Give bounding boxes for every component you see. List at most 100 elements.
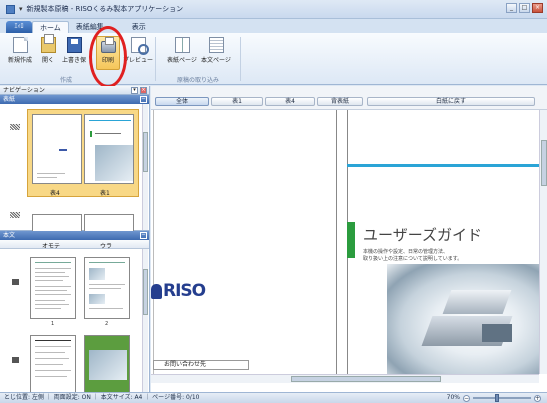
zoom-slider-knob[interactable] bbox=[495, 394, 499, 402]
save-icon bbox=[66, 37, 82, 53]
thumb-line bbox=[35, 358, 69, 359]
view-front-cover-button[interactable]: 表1 bbox=[211, 97, 263, 106]
thumb-line bbox=[35, 352, 65, 353]
body-section-title: 本文 bbox=[3, 232, 16, 239]
view-all-button[interactable]: 全体 bbox=[155, 97, 209, 106]
body-section-header[interactable]: 本文 − bbox=[0, 231, 149, 240]
zoom-out-icon[interactable]: − bbox=[463, 394, 470, 402]
thumb-title bbox=[95, 133, 121, 134]
printer-photo bbox=[387, 264, 539, 374]
body-thumbnail-list: 1 2 bbox=[0, 249, 149, 399]
preview-icon bbox=[130, 37, 149, 55]
pin-icon[interactable]: ▾ bbox=[131, 87, 138, 94]
thumb-line bbox=[35, 340, 71, 341]
tab-home[interactable]: ホーム bbox=[32, 21, 69, 33]
thumb-line bbox=[35, 262, 71, 263]
thumb-line bbox=[89, 288, 121, 289]
save-button[interactable]: 上書き保 bbox=[62, 36, 86, 70]
thumb-line bbox=[37, 177, 57, 178]
new-button[interactable]: 新規作成 bbox=[8, 36, 32, 70]
cover-page-icon bbox=[174, 37, 190, 53]
quick-access-dropdown[interactable]: ▾ bbox=[19, 5, 23, 13]
scrollbar-thumb[interactable] bbox=[291, 376, 441, 382]
thumb-line bbox=[35, 346, 71, 347]
preview-button[interactable]: プレビュー bbox=[123, 36, 153, 70]
guide-subtitle-line1: 本機の操作や設定、日常の管理方法、 bbox=[363, 249, 449, 255]
thumb-line bbox=[35, 376, 67, 377]
thumb-line bbox=[35, 304, 69, 305]
preview-vertical-scrollbar[interactable] bbox=[539, 110, 547, 374]
status-bar: とじ位置: 左側 ｜ 両面設定: ON ｜ 本文サイズ: A4 ｜ ページ番号:… bbox=[0, 392, 547, 403]
zoom-in-icon[interactable]: + bbox=[534, 394, 541, 402]
body-list-scrollbar[interactable] bbox=[142, 249, 148, 399]
maximize-icon[interactable]: □ bbox=[519, 3, 530, 13]
cover-section-header[interactable]: 表紙 − bbox=[0, 95, 149, 104]
scrollbar-thumb[interactable] bbox=[143, 132, 148, 172]
body-page-thumbnail[interactable] bbox=[84, 257, 130, 319]
body-page-label: 本文ページ bbox=[201, 57, 231, 64]
thumb-line bbox=[35, 280, 63, 281]
thumb-line bbox=[37, 173, 65, 174]
photo-shape bbox=[442, 290, 512, 314]
view-spine-button[interactable]: 背表紙 bbox=[317, 97, 363, 106]
back-cover-thumbnail[interactable] bbox=[32, 114, 82, 184]
collapse-icon[interactable]: − bbox=[140, 96, 147, 103]
status-text: とじ位置: 左側 ｜ 両面設定: ON ｜ 本文サイズ: A4 ｜ ページ番号:… bbox=[4, 394, 200, 401]
riso-logo-text: RISO bbox=[163, 281, 206, 301]
body-page-thumbnail[interactable] bbox=[30, 257, 76, 319]
thumb-green-bar bbox=[90, 131, 92, 137]
cover-page-button[interactable]: 表紙ページ bbox=[167, 36, 197, 70]
body-page-button[interactable]: 本文ページ bbox=[201, 36, 231, 70]
window-controls: _ □ × bbox=[506, 3, 543, 13]
page-number: 1 bbox=[51, 321, 55, 327]
thumb-line bbox=[89, 284, 125, 285]
body-column-header: オモテ ウラ bbox=[0, 240, 149, 250]
page-edge-line bbox=[153, 110, 154, 374]
thumb-line bbox=[35, 364, 63, 365]
window-title: 新規製本原稿 - RISOくるみ製本アプリケーション bbox=[26, 5, 184, 13]
application-menu-button[interactable]: ｴｨﾛ bbox=[6, 21, 32, 33]
next-spread-thumbnail[interactable] bbox=[32, 214, 82, 232]
group-separator bbox=[240, 37, 241, 81]
scrollbar-thumb[interactable] bbox=[143, 269, 148, 315]
spread-type-icon bbox=[10, 212, 20, 218]
minimize-icon[interactable]: _ bbox=[506, 3, 517, 13]
body-page-icon bbox=[208, 37, 224, 53]
thumb-band bbox=[89, 120, 131, 121]
thumb-line bbox=[35, 308, 61, 309]
preview-horizontal-scrollbar[interactable] bbox=[151, 374, 539, 383]
thumb-line bbox=[35, 300, 65, 301]
cover-list-scrollbar[interactable] bbox=[142, 104, 148, 230]
body-page-thumbnail[interactable] bbox=[30, 335, 76, 397]
body-page-thumbnail[interactable] bbox=[84, 335, 130, 397]
thumb-line bbox=[35, 286, 71, 287]
top-color-band bbox=[347, 164, 539, 167]
front-cover-thumbnail[interactable] bbox=[84, 114, 134, 184]
collapse-icon[interactable]: − bbox=[140, 232, 147, 239]
thumb-line bbox=[35, 268, 71, 269]
riso-logo: RISO bbox=[151, 280, 206, 302]
page-number: 2 bbox=[105, 321, 109, 327]
next-spread-thumbnail[interactable] bbox=[84, 214, 134, 232]
thumb-image bbox=[89, 350, 127, 380]
navigation-controls: ▾ × bbox=[131, 87, 147, 94]
close-pane-icon[interactable]: × bbox=[140, 87, 147, 94]
open-button[interactable]: 開く bbox=[36, 34, 60, 70]
thumb-image bbox=[89, 268, 105, 280]
cover-caption-front: 表1 bbox=[100, 190, 110, 197]
ribbon: 新規作成 開く 上書き保 印刷 プレビュー 表紙ページ 本文ページ 作成 原稿の… bbox=[0, 33, 547, 85]
zoom-slider[interactable] bbox=[473, 394, 531, 402]
close-icon[interactable]: × bbox=[532, 3, 543, 13]
tab-view[interactable]: 表示 bbox=[125, 21, 153, 33]
menu-tab-bar: ｴｨﾛ ホーム 表紙編集 表示 bbox=[0, 19, 547, 33]
guide-title: ユーザーズガイド bbox=[363, 226, 482, 244]
group-label-create: 作成 bbox=[60, 77, 73, 84]
document-area: 全体 表1 表4 背表紙 白紙に戻す RISO お問い合わせ先 ユーザーズガイド… bbox=[151, 86, 547, 392]
view-back-cover-button[interactable]: 表4 bbox=[265, 97, 315, 106]
scrollbar-thumb[interactable] bbox=[541, 140, 547, 186]
cover-preview-canvas[interactable]: RISO お問い合わせ先 ユーザーズガイド 本機の操作や設定、日常の管理方法、 … bbox=[151, 110, 539, 374]
guide-subtitle-line2: 取り扱い上の注意について説明しています。 bbox=[363, 256, 463, 262]
reset-to-blank-button[interactable]: 白紙に戻す bbox=[367, 97, 535, 106]
thumb-line bbox=[35, 276, 69, 277]
thumb-line bbox=[35, 272, 65, 273]
